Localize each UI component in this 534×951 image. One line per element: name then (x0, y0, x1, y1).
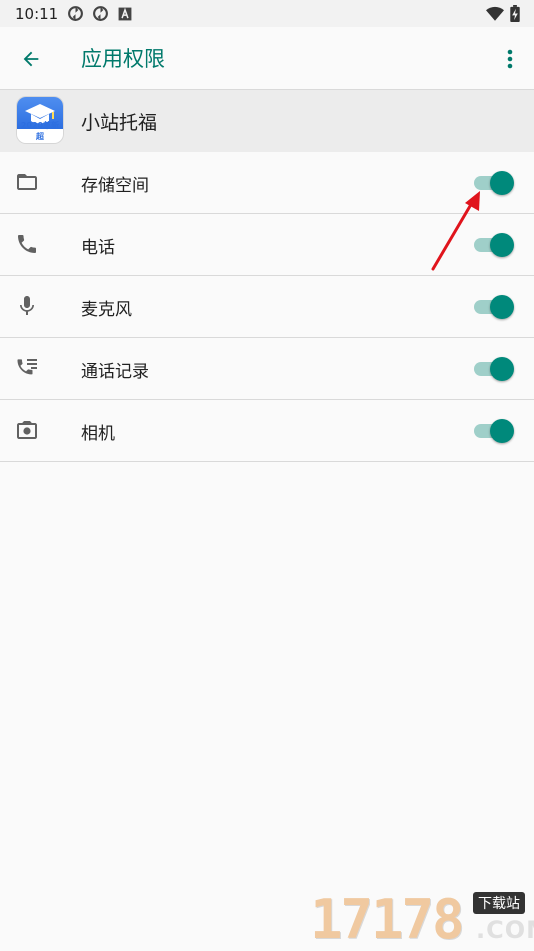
sync-icon (68, 6, 83, 21)
mic-icon (20, 296, 34, 315)
permission-row-camera[interactable]: 相机 (0, 400, 534, 462)
watermark: 17178 下载站 .COM (310, 888, 534, 951)
sync-icon (93, 6, 108, 21)
watermark-digits: 17178 (310, 888, 465, 951)
page-title: 应用权限 (81, 47, 165, 71)
wifi-icon (486, 6, 504, 21)
status-bar: 10:11 (0, 0, 534, 27)
app-bar: 应用权限 (0, 27, 534, 90)
app-icon-text: 2020革新超 (20, 121, 60, 141)
annotation-arrow-icon (431, 191, 480, 271)
toggle-thumb (490, 233, 514, 257)
arrow-back-icon (23, 51, 39, 67)
status-right (486, 5, 520, 22)
more-options-button[interactable] (498, 40, 522, 78)
folder-icon (17, 174, 37, 190)
permission-label: 存储空间 (81, 176, 149, 196)
status-time: 10:11 (15, 5, 59, 23)
camera-icon (17, 421, 37, 439)
permission-label: 相机 (81, 424, 115, 444)
permission-row-microphone[interactable]: 麦克风 (0, 276, 534, 338)
permission-label: 电话 (81, 238, 115, 258)
phone-icon (18, 235, 36, 253)
toggle-thumb (490, 419, 514, 443)
app-name: 小站托福 (81, 112, 158, 134)
more-vert-icon (507, 49, 513, 69)
toggle-thumb (490, 295, 514, 319)
permission-toggle-camera[interactable] (474, 419, 514, 443)
watermark-domain: .COM (476, 916, 534, 944)
permission-row-call-log[interactable]: 通话记录 (0, 338, 534, 400)
watermark-badge: 下载站 (473, 892, 525, 914)
call-log-icon (17, 359, 37, 375)
toggle-thumb (490, 171, 514, 195)
permission-label: 通话记录 (81, 362, 149, 382)
back-button[interactable] (12, 40, 50, 78)
keyboard-a-icon (118, 7, 132, 21)
app-header: 2020革新超 小站托福 (0, 90, 534, 152)
battery-charging-icon (510, 5, 520, 22)
permission-toggle-microphone[interactable] (474, 295, 514, 319)
app-icon: 2020革新超 (17, 97, 63, 143)
toggle-thumb (490, 357, 514, 381)
permission-toggle-call-log[interactable] (474, 357, 514, 381)
permission-label: 麦克风 (81, 300, 132, 320)
